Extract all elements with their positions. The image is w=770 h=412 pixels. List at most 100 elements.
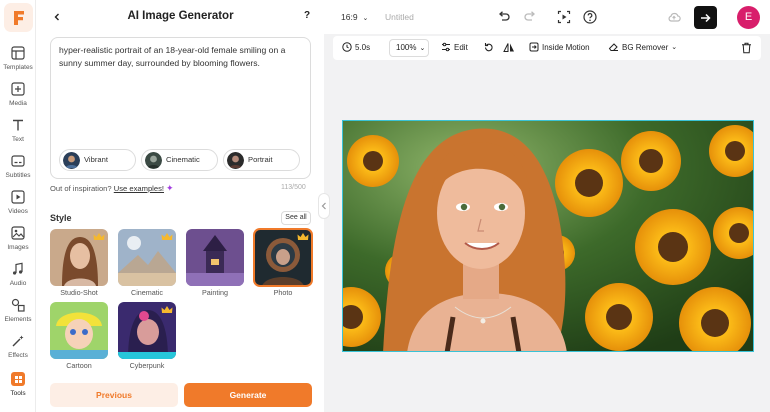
canvas-image[interactable] xyxy=(342,120,754,352)
style-card-label: Cyberpunk xyxy=(129,361,165,370)
left-sidebar: Templates Media Text Subtitles Videos Im… xyxy=(0,0,36,412)
zoom-value: 100% xyxy=(396,43,417,52)
aspect-ratio-value: 16:9 xyxy=(341,12,358,22)
chip-vibrant[interactable]: Vibrant xyxy=(59,149,136,171)
document-title[interactable]: Untitled xyxy=(385,12,414,22)
crown-icon xyxy=(161,306,173,313)
sidebar-item-label: Templates xyxy=(3,64,33,71)
style-card-painting[interactable]: Painting xyxy=(186,229,244,300)
style-card-cinematic[interactable]: Cinematic xyxy=(118,229,176,300)
magic-wand-icon xyxy=(12,335,24,347)
inside-motion-icon xyxy=(529,42,539,52)
edit-label: Edit xyxy=(454,42,468,52)
bg-remover-label: BG Remover xyxy=(622,42,669,52)
style-card-cyberpunk[interactable]: Cyberpunk xyxy=(118,302,176,373)
chevron-left-icon xyxy=(321,202,326,210)
style-heading: Style xyxy=(50,213,72,223)
clock-icon xyxy=(342,42,352,52)
sidebar-item-elements[interactable]: Elements xyxy=(0,298,36,332)
chevron-down-icon: ⌄ xyxy=(671,44,678,51)
arrow-right-icon xyxy=(701,13,711,22)
rotate-icon[interactable] xyxy=(483,42,494,53)
preview-icon[interactable] xyxy=(557,10,571,24)
sidebar-item-videos[interactable]: Videos xyxy=(0,190,36,224)
crown-icon xyxy=(161,233,173,240)
style-card-label: Cinematic xyxy=(131,288,163,297)
aspect-ratio-select[interactable]: 16:9 ⌄ xyxy=(341,12,368,22)
collapse-panel-button[interactable] xyxy=(318,193,330,219)
cloud-save-icon[interactable] xyxy=(667,10,681,24)
inside-motion-label: Inside Motion xyxy=(542,42,590,52)
editor-area: 16:9 ⌄ Untitled E 5.0s 100% ⌄ Edit Insid… xyxy=(324,0,770,412)
inspiration-line: Out of inspiration? Use examples! ✦ xyxy=(50,183,174,194)
style-card-cartoon[interactable]: Cartoon xyxy=(50,302,108,373)
flip-icon[interactable] xyxy=(503,42,515,53)
prompt-text[interactable]: hyper-realistic portrait of an 18-year-o… xyxy=(59,44,299,70)
previous-button[interactable]: Previous xyxy=(50,383,178,407)
logo-icon xyxy=(13,10,24,25)
style-card-studio-shot[interactable]: Studio-Shot xyxy=(50,229,108,300)
sunflower xyxy=(347,135,399,187)
inside-motion-button[interactable]: Inside Motion xyxy=(529,42,590,52)
style-card-label: Painting xyxy=(202,288,228,297)
sidebar-item-label: Subtitles xyxy=(5,172,31,179)
subtitles-icon xyxy=(11,155,25,167)
sidebar-item-label: Effects xyxy=(8,352,28,359)
help-circle-icon[interactable] xyxy=(583,10,597,24)
sliders-icon xyxy=(442,42,450,52)
cartoon-thumbnail xyxy=(50,302,108,359)
element-toolbar: 5.0s 100% ⌄ Edit Inside Motion BG Remover… xyxy=(333,36,761,60)
generated-portrait-image xyxy=(343,121,753,351)
app-logo[interactable] xyxy=(4,3,33,32)
style-card-label: Studio-Shot xyxy=(60,288,98,297)
eraser-icon xyxy=(608,43,618,51)
see-all-button[interactable]: See all xyxy=(281,211,311,225)
redo-icon[interactable] xyxy=(523,10,537,24)
sidebar-item-subtitles[interactable]: Subtitles xyxy=(0,154,36,188)
sidebar-item-images[interactable]: Images xyxy=(0,226,36,260)
user-avatar[interactable]: E xyxy=(737,6,760,29)
character-counter: 113/500 xyxy=(281,184,306,191)
text-icon xyxy=(13,119,23,131)
style-card-photo[interactable]: Photo xyxy=(253,228,313,300)
cinematic-thumbnail xyxy=(145,152,162,169)
use-examples-link[interactable]: Use examples! xyxy=(114,184,164,193)
style-card-label: Cartoon xyxy=(66,361,92,370)
sidebar-item-label: Tools xyxy=(10,390,26,397)
chip-portrait[interactable]: Portrait xyxy=(223,149,300,171)
media-upload-icon xyxy=(11,82,25,96)
videos-icon xyxy=(11,190,25,204)
inspiration-text: Out of inspiration? xyxy=(50,184,112,193)
zoom-select[interactable]: 100% ⌄ xyxy=(389,39,429,57)
generate-button[interactable]: Generate xyxy=(184,383,312,407)
ai-image-generator-panel: AI Image Generator ? hyper-realistic por… xyxy=(37,0,324,412)
templates-icon xyxy=(11,46,25,60)
crown-icon xyxy=(297,233,309,240)
export-button[interactable] xyxy=(694,6,717,29)
sidebar-item-label: Videos xyxy=(8,208,28,215)
sidebar-item-text[interactable]: Text xyxy=(0,118,36,152)
chevron-down-icon: ⌄ xyxy=(362,15,369,22)
painting-thumbnail xyxy=(186,229,244,286)
images-icon xyxy=(11,226,25,240)
help-button[interactable]: ? xyxy=(301,10,313,24)
vibrant-thumbnail xyxy=(63,152,80,169)
chip-label: Cinematic xyxy=(166,155,200,164)
duration-control[interactable]: 5.0s xyxy=(342,42,370,52)
sidebar-item-media[interactable]: Media xyxy=(0,82,36,116)
undo-icon[interactable] xyxy=(497,10,511,24)
trash-icon[interactable] xyxy=(741,42,752,54)
sidebar-item-effects[interactable]: Effects xyxy=(0,334,36,368)
edit-button[interactable]: Edit xyxy=(441,42,468,52)
portrait-thumbnail xyxy=(227,152,244,169)
prompt-input[interactable]: hyper-realistic portrait of an 18-year-o… xyxy=(50,37,311,179)
bg-remover-button[interactable]: BG Remover ⌄ xyxy=(608,42,677,52)
sidebar-item-templates[interactable]: Templates xyxy=(0,46,36,80)
sidebar-item-tools[interactable]: Tools xyxy=(0,372,36,406)
chip-cinematic[interactable]: Cinematic xyxy=(141,149,218,171)
chip-label: Vibrant xyxy=(84,155,108,164)
panel-title: AI Image Generator xyxy=(127,10,234,22)
sidebar-item-label: Text xyxy=(12,136,24,143)
crown-icon xyxy=(93,233,105,240)
sidebar-item-audio[interactable]: Audio xyxy=(0,262,36,296)
